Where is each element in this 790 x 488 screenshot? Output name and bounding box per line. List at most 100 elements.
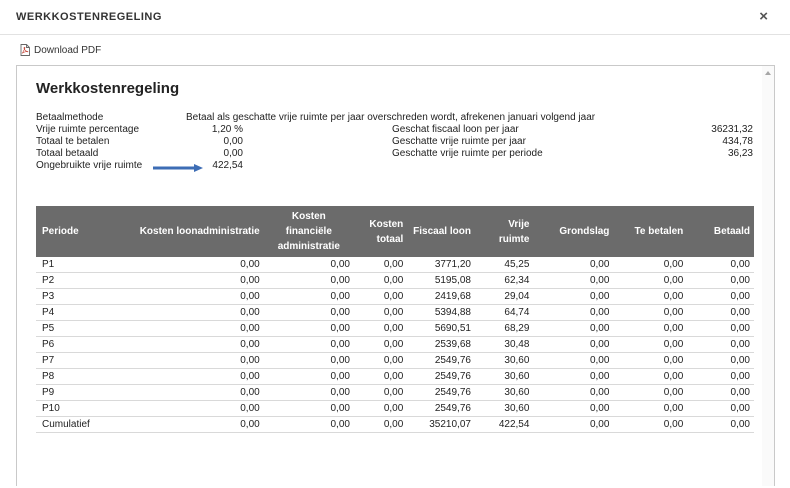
table-cell: 0,00 bbox=[353, 336, 408, 353]
pdf-icon bbox=[20, 44, 30, 56]
table-cell: 29,04 bbox=[474, 288, 534, 305]
table-cell: 0,00 bbox=[263, 368, 354, 385]
table-cell: 0,00 bbox=[263, 272, 354, 289]
table-cell: 0,00 bbox=[353, 368, 408, 385]
table-cell: 0,00 bbox=[613, 368, 688, 385]
column-header: Vrije ruimte bbox=[474, 206, 534, 257]
scroll-up-icon[interactable] bbox=[765, 71, 771, 75]
table-cell: P10 bbox=[36, 400, 114, 417]
table-cell: 0,00 bbox=[113, 368, 264, 385]
table-cell: 0,00 bbox=[613, 288, 688, 305]
column-header: Kosten loonadministratie bbox=[113, 206, 264, 257]
table-cell: 0,00 bbox=[113, 288, 264, 305]
table-cell: 0,00 bbox=[613, 384, 688, 401]
table-cell: 0,00 bbox=[687, 336, 754, 353]
table-cell: 0,00 bbox=[533, 320, 614, 337]
table-cell: 5195,08 bbox=[407, 272, 475, 289]
table-cell: 0,00 bbox=[613, 304, 688, 321]
table-cell: 64,74 bbox=[474, 304, 534, 321]
table-cell: 0,00 bbox=[613, 272, 688, 289]
table-cell: 0,00 bbox=[263, 288, 354, 305]
betaalmethode-label: Betaalmethode bbox=[36, 112, 104, 123]
scrollbar[interactable] bbox=[762, 66, 774, 486]
table-row: P7 0,00 0,00 0,00 2549,76 30,60 0,00 0,00 0,00 bbox=[36, 352, 754, 369]
table-cell: 0,00 bbox=[687, 288, 754, 305]
arrow-right-icon bbox=[153, 164, 203, 172]
vrije-ruimte-periode-label: Geschatte vrije ruimte per periode bbox=[392, 148, 543, 159]
column-header: Periode bbox=[36, 206, 114, 257]
table-cell: 30,60 bbox=[474, 368, 534, 385]
table-cell: 0,00 bbox=[613, 257, 688, 273]
fiscaal-loon-value: 36231,32 bbox=[711, 124, 753, 135]
table-cell: 0,00 bbox=[613, 352, 688, 369]
table-cell: 0,00 bbox=[613, 320, 688, 337]
table-cell: 0,00 bbox=[613, 416, 688, 433]
table-row: P6 0,00 0,00 0,00 2539,68 30,48 0,00 0,00 0,00 bbox=[36, 336, 754, 353]
column-header: Kosten totaal bbox=[353, 206, 408, 257]
table-row: P4 0,00 0,00 0,00 5394,88 64,74 0,00 0,00 0,00 bbox=[36, 304, 754, 321]
table-cell: 0,00 bbox=[613, 400, 688, 417]
table-cell: 0,00 bbox=[533, 416, 614, 433]
table-cell: 0,00 bbox=[263, 320, 354, 337]
vrije-ruimte-percentage-value: 1,20 % bbox=[211, 124, 243, 135]
download-pdf-link[interactable]: Download PDF bbox=[19, 44, 101, 56]
table-cell: 0,00 bbox=[533, 257, 614, 273]
betaalmethode-value: Betaal als geschatte vrije ruimte per ja… bbox=[186, 112, 596, 123]
table-body: P1 0,00 0,00 0,00 3771,20 45,25 0,00 0,00 0,00 P2… bbox=[36, 257, 754, 433]
table-cell: 0,00 bbox=[687, 320, 754, 337]
table-cell: 0,00 bbox=[353, 416, 408, 433]
column-header: Betaald bbox=[687, 206, 754, 257]
vrije-ruimte-jaar-value: 434,78 bbox=[722, 136, 753, 147]
table-cell: 5394,88 bbox=[407, 304, 475, 321]
table-cell: 0,00 bbox=[113, 352, 264, 369]
table-cell: 62,34 bbox=[474, 272, 534, 289]
table-cell: 0,00 bbox=[263, 336, 354, 353]
vrije-ruimte-periode-value: 36,23 bbox=[727, 148, 753, 159]
table-cell: 0,00 bbox=[533, 384, 614, 401]
totaal-te-betalen-value: 0,00 bbox=[223, 136, 243, 147]
table-cell: 0,00 bbox=[687, 352, 754, 369]
ongebruikte-vrije-ruimte-label: Ongebruikte vrije ruimte bbox=[36, 160, 143, 171]
table-cell: 0,00 bbox=[533, 304, 614, 321]
table-cell: 0,00 bbox=[353, 352, 408, 369]
table-cell: 0,00 bbox=[263, 416, 354, 433]
table-cell: 0,00 bbox=[113, 384, 264, 401]
download-pdf-label: Download PDF bbox=[34, 44, 102, 56]
document-viewer[interactable]: Werkkostenregeling Betaalmethode Betaal … bbox=[16, 65, 775, 486]
table-cell: 0,00 bbox=[687, 384, 754, 401]
table-cell: 0,00 bbox=[353, 272, 408, 289]
table-cell: 0,00 bbox=[263, 257, 354, 273]
table-cell: P5 bbox=[36, 320, 114, 337]
table-row: Cumulatief 0,00 0,00 0,00 35210,07 422,54 0,00… bbox=[36, 416, 754, 433]
table-cell: 0,00 bbox=[263, 384, 354, 401]
column-header: Fiscaal loon bbox=[407, 206, 475, 257]
table-cell: 0,00 bbox=[687, 400, 754, 417]
table-cell: 0,00 bbox=[353, 400, 408, 417]
table-cell: 30,48 bbox=[474, 336, 534, 353]
column-header: Grondslag bbox=[533, 206, 614, 257]
table-cell: 0,00 bbox=[687, 304, 754, 321]
table-cell: P8 bbox=[36, 368, 114, 385]
table-row: P3 0,00 0,00 0,00 2419,68 29,04 0,00 0,00 0,00 bbox=[36, 288, 754, 305]
table-cell: 0,00 bbox=[113, 257, 264, 273]
totaal-betaald-value: 0,00 bbox=[223, 148, 243, 159]
table-cell: 68,29 bbox=[474, 320, 534, 337]
table-cell: P4 bbox=[36, 304, 114, 321]
table-row: P1 0,00 0,00 0,00 3771,20 45,25 0,00 0,00 0,00 bbox=[36, 257, 754, 273]
totaal-betaald-label: Totaal betaald bbox=[36, 148, 99, 159]
table-cell: 0,00 bbox=[113, 416, 264, 433]
column-header: Te betalen bbox=[613, 206, 688, 257]
table-cell: 0,00 bbox=[533, 272, 614, 289]
table-cell: 2549,76 bbox=[407, 352, 475, 369]
table-cell: 0,00 bbox=[113, 272, 264, 289]
modal-title: WERKKOSTENREGELING bbox=[16, 11, 162, 23]
table-cell: 0,00 bbox=[533, 400, 614, 417]
fiscaal-loon-label: Geschat fiscaal loon per jaar bbox=[392, 124, 519, 135]
table-cell: 0,00 bbox=[533, 368, 614, 385]
close-button[interactable]: × bbox=[759, 8, 768, 25]
table-row: P8 0,00 0,00 0,00 2549,76 30,60 0,00 0,00 0,00 bbox=[36, 368, 754, 385]
table-row: P10 0,00 0,00 0,00 2549,76 30,60 0,00 0,00 0,00 bbox=[36, 400, 754, 417]
table-cell: 0,00 bbox=[353, 384, 408, 401]
totaal-te-betalen-label: Totaal te betalen bbox=[36, 136, 110, 147]
document-title: Werkkostenregeling bbox=[36, 80, 180, 97]
